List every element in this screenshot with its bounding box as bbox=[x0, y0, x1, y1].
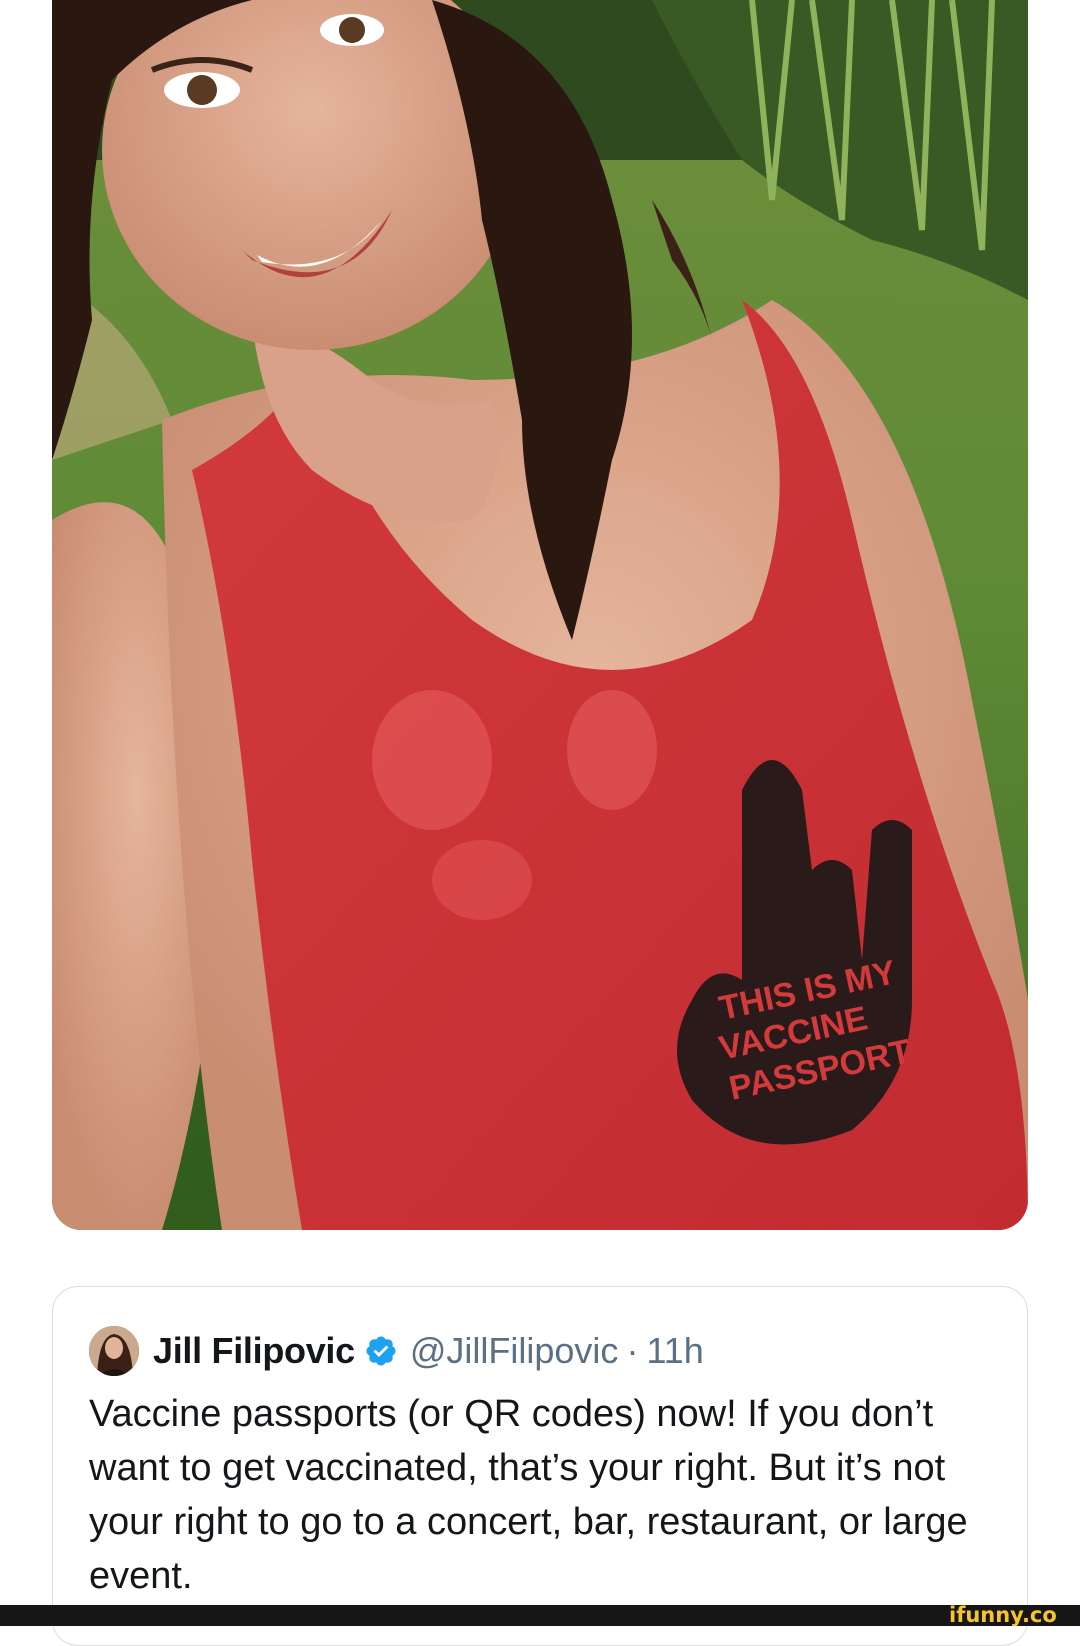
author-display-name[interactable]: Jill Filipovic bbox=[153, 1330, 355, 1372]
tweet-text: Vaccine passports (or QR codes) now! If … bbox=[89, 1393, 968, 1597]
tweet-timestamp[interactable]: 11h bbox=[646, 1330, 703, 1372]
tweet-photo[interactable]: THIS IS MY VACCINE PASSPORT bbox=[52, 0, 1028, 1230]
verified-badge-icon bbox=[366, 1336, 396, 1366]
svg-text:ifunny.co: ifunny.co bbox=[949, 1603, 1057, 1626]
quoted-tweet-card[interactable]: Jill Filipovic @JillFilipovic · 11h Vacc… bbox=[52, 1286, 1028, 1646]
header-separator: · bbox=[626, 1330, 639, 1371]
ifunny-watermark: ifunny.co bbox=[949, 1602, 1074, 1626]
tweet-header: Jill Filipovic @JillFilipovic · 11h bbox=[89, 1323, 704, 1379]
selfie-image: THIS IS MY VACCINE PASSPORT bbox=[52, 0, 1028, 1230]
author-handle[interactable]: @JillFilipovic bbox=[410, 1330, 619, 1372]
ifunny-logo-icon: ifunny.co bbox=[949, 1603, 1057, 1626]
footer-bar: ifunny.co bbox=[0, 1602, 1080, 1626]
profile-avatar[interactable] bbox=[89, 1326, 139, 1376]
